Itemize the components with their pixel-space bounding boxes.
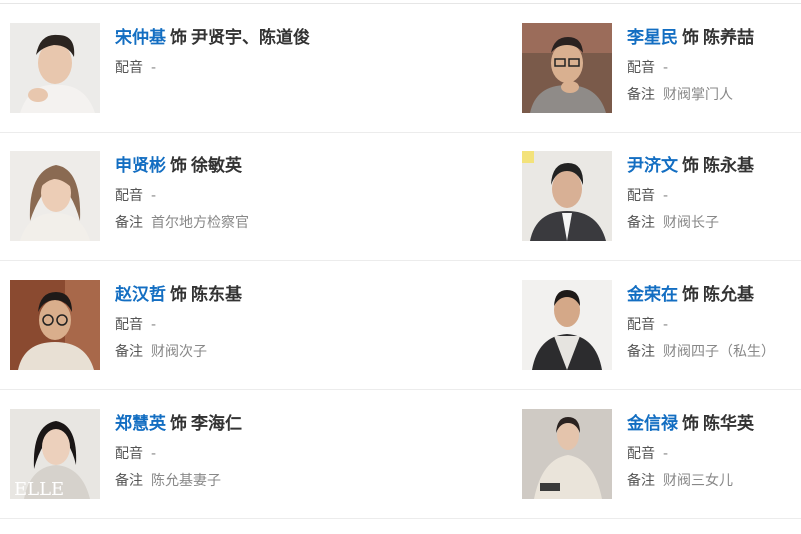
role-name: 陈允基 [703, 285, 754, 305]
note-row: 备注 首尔地方检察官 [115, 213, 249, 233]
name-line: 李星民饰陈养喆 [627, 27, 754, 49]
name-line: 金荣在饰陈允基 [627, 284, 754, 306]
note-label: 备注 [115, 473, 143, 489]
dub-row: 配音 - [115, 315, 156, 335]
elle-watermark: ELLE [14, 479, 64, 499]
dub-label: 配音 [627, 446, 655, 462]
as-label: 饰 [170, 414, 187, 434]
name-line: 金信禄饰陈华英 [627, 413, 754, 435]
cast-card: 李星民饰陈养喆 配音 - 备注 财阀掌门人 [522, 23, 801, 123]
as-label: 饰 [682, 156, 699, 176]
dub-label: 配音 [627, 60, 655, 76]
role-name: 李海仁 [191, 414, 242, 434]
actor-name-link[interactable]: 宋仲基 [115, 28, 166, 48]
row-divider [0, 389, 801, 390]
name-line: 尹济文饰陈永基 [627, 155, 754, 177]
cast-card: 宋仲基饰尹贤宇、陈道俊 配音 - [10, 23, 310, 123]
name-line: 郑慧英饰李海仁 [115, 413, 242, 435]
dub-label: 配音 [115, 446, 143, 462]
name-line: 赵汉哲饰陈东基 [115, 284, 242, 306]
role-name: 尹贤宇、陈道俊 [191, 28, 310, 48]
note-value: 首尔地方检察官 [151, 215, 249, 231]
row-divider [0, 132, 801, 133]
actor-photo[interactable] [522, 23, 612, 113]
actor-name-link[interactable]: 尹济文 [627, 156, 678, 176]
top-border [0, 3, 801, 4]
dub-value: - [151, 188, 157, 204]
role-name: 陈养喆 [703, 28, 754, 48]
actor-name-link[interactable]: 申贤彬 [115, 156, 166, 176]
note-value: 财阀长子 [663, 215, 719, 231]
role-name: 陈华英 [703, 414, 754, 434]
cast-card: 金荣在饰陈允基 配音 - 备注 财阀四子（私生） [522, 280, 801, 380]
as-label: 饰 [682, 414, 699, 434]
as-label: 饰 [170, 28, 187, 48]
note-row: 备注 财阀三女儿 [627, 471, 733, 491]
note-row: 备注 财阀掌门人 [627, 85, 733, 105]
dub-row: 配音 - [115, 444, 156, 464]
note-label: 备注 [115, 215, 143, 231]
as-label: 饰 [682, 28, 699, 48]
note-row: 备注 陈允基妻子 [115, 471, 221, 491]
cast-card: ELLE 郑慧英饰李海仁 配音 - 备注 陈允基妻子 [10, 409, 310, 509]
dub-value: - [663, 188, 669, 204]
actor-photo[interactable] [10, 280, 100, 370]
cast-card: 赵汉哲饰陈东基 配音 - 备注 财阀次子 [10, 280, 310, 380]
note-value: 财阀掌门人 [663, 87, 733, 103]
note-row: 备注 财阀四子（私生） [627, 342, 775, 362]
dub-value: - [151, 60, 157, 76]
dub-label: 配音 [115, 317, 143, 333]
role-name: 陈永基 [703, 156, 754, 176]
cast-card: 申贤彬饰徐敏英 配音 - 备注 首尔地方检察官 [10, 151, 310, 251]
actor-name-link[interactable]: 赵汉哲 [115, 285, 166, 305]
dub-value: - [151, 317, 157, 333]
note-label: 备注 [115, 344, 143, 360]
dub-value: - [663, 60, 669, 76]
note-label: 备注 [627, 215, 655, 231]
actor-name-link[interactable]: 郑慧英 [115, 414, 166, 434]
actor-photo[interactable] [10, 23, 100, 113]
note-value: 财阀次子 [151, 344, 207, 360]
dub-row: 配音 - [627, 186, 668, 206]
actor-photo[interactable] [522, 151, 612, 241]
actor-photo[interactable] [522, 409, 612, 499]
actor-name-link[interactable]: 李星民 [627, 28, 678, 48]
note-value: 财阀三女儿 [663, 473, 733, 489]
note-row: 备注 财阀长子 [627, 213, 719, 233]
note-label: 备注 [627, 87, 655, 103]
dub-label: 配音 [627, 188, 655, 204]
row-divider [0, 260, 801, 261]
dub-row: 配音 - [627, 315, 668, 335]
dub-label: 配音 [627, 317, 655, 333]
actor-name-link[interactable]: 金荣在 [627, 285, 678, 305]
row-divider [0, 518, 801, 519]
actor-photo[interactable] [10, 151, 100, 241]
cast-card: 尹济文饰陈永基 配音 - 备注 财阀长子 [522, 151, 801, 251]
dub-row: 配音 - [115, 186, 156, 206]
actor-photo[interactable]: ELLE [10, 409, 100, 499]
cast-card: 金信禄饰陈华英 配音 - 备注 财阀三女儿 [522, 409, 801, 509]
role-name: 徐敏英 [191, 156, 242, 176]
dub-row: 配音 - [627, 444, 668, 464]
as-label: 饰 [170, 285, 187, 305]
dub-label: 配音 [115, 188, 143, 204]
dub-value: - [151, 446, 157, 462]
as-label: 饰 [170, 156, 187, 176]
name-line: 申贤彬饰徐敏英 [115, 155, 242, 177]
dub-value: - [663, 317, 669, 333]
as-label: 饰 [682, 285, 699, 305]
note-value: 财阀四子（私生） [663, 344, 775, 360]
dub-label: 配音 [115, 60, 143, 76]
role-name: 陈东基 [191, 285, 242, 305]
note-label: 备注 [627, 473, 655, 489]
actor-name-link[interactable]: 金信禄 [627, 414, 678, 434]
name-line: 宋仲基饰尹贤宇、陈道俊 [115, 27, 310, 49]
note-value: 陈允基妻子 [151, 473, 221, 489]
note-label: 备注 [627, 344, 655, 360]
actor-photo[interactable] [522, 280, 612, 370]
dub-row: 配音 - [115, 58, 156, 78]
note-row: 备注 财阀次子 [115, 342, 207, 362]
dub-row: 配音 - [627, 58, 668, 78]
dub-value: - [663, 446, 669, 462]
